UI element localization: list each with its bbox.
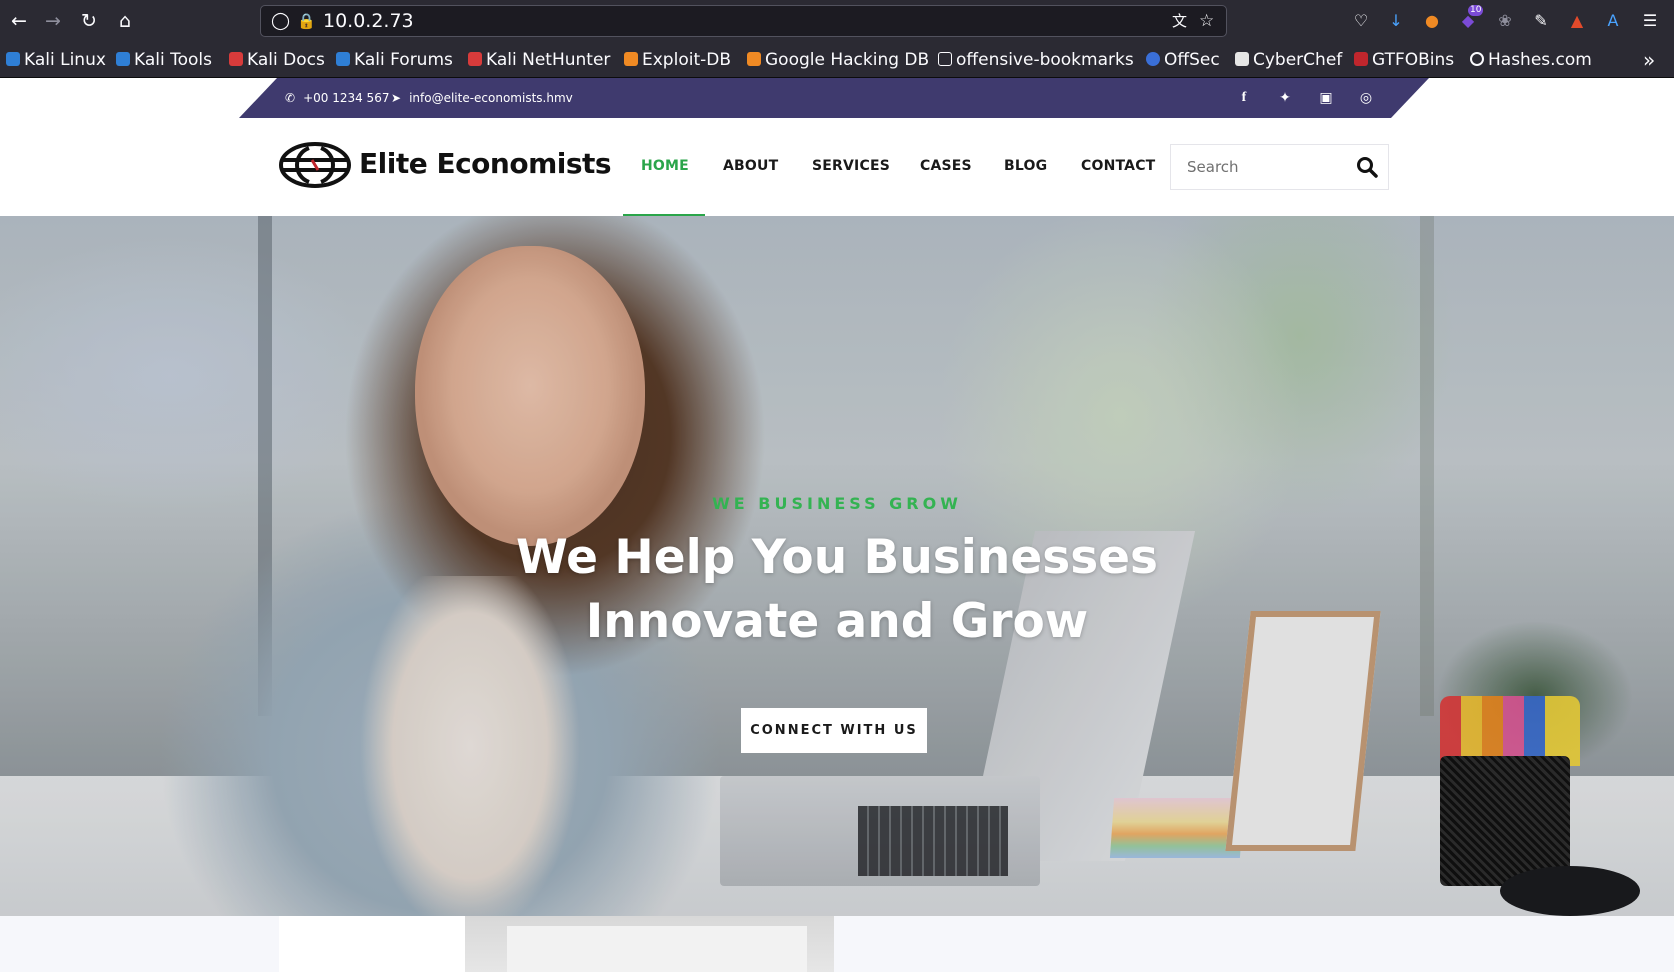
bookmark-star-icon[interactable]: ☆ [1199, 9, 1214, 33]
hero-title-line2: Innovate and Grow [585, 594, 1089, 649]
hero-title-line1: We Help You Businesses [515, 530, 1159, 585]
site-header: Elite Economists HOME ABOUT SERVICES CAS… [0, 118, 1674, 216]
nav-blog[interactable]: BLOG [1004, 156, 1047, 176]
hero-slider: WE BUSINESS GROW We Help You Businesses … [0, 216, 1674, 916]
kali-nethunter-icon [468, 52, 482, 66]
bookmark-folder-offensive-bookmarks[interactable]: offensive-bookmarks [938, 47, 1134, 73]
menu-icon[interactable]: ☰ [1638, 9, 1662, 33]
google-hacking-db-icon [747, 52, 761, 66]
home-icon[interactable]: ⌂ [112, 8, 138, 34]
reload-icon[interactable]: ↻ [76, 8, 102, 34]
kali-forums-icon [336, 52, 350, 66]
hero-kicker: WE BUSINESS GROW [712, 494, 962, 513]
nav-cases[interactable]: CASES [920, 156, 972, 176]
shield-icon[interactable]: ◯ [271, 9, 290, 33]
exploit-db-icon [624, 52, 638, 66]
search-input[interactable] [1171, 145, 1341, 189]
url-text[interactable]: 10.0.2.73 [323, 9, 414, 33]
hero-title: We Help You Businesses Innovate and Grow [437, 526, 1237, 654]
bookmark-cyberchef[interactable]: CyberChef [1235, 47, 1342, 73]
search-icon[interactable] [1356, 156, 1378, 178]
folder-icon [938, 52, 952, 66]
nav-about[interactable]: ABOUT [723, 156, 778, 176]
bookmark-kali-linux[interactable]: Kali Linux [6, 47, 106, 73]
extension-foxyproxy-icon[interactable]: ▲ [1565, 9, 1589, 33]
bookmark-google-hacking-db[interactable]: Google Hacking DB [747, 47, 929, 73]
twitter-icon[interactable]: ✦ [1275, 78, 1295, 118]
back-icon[interactable]: ← [6, 8, 32, 34]
nav-services[interactable]: SERVICES [812, 156, 890, 176]
bookmark-offsec[interactable]: OffSec [1146, 47, 1220, 73]
dribbble-icon[interactable]: ◎ [1356, 78, 1376, 118]
extension-badge-icon[interactable]: ◆ 10 [1456, 5, 1484, 33]
bookmark-gtfobins[interactable]: GTFOBins [1354, 47, 1454, 73]
bookmarks-bar: Kali Linux Kali Tools Kali Docs Kali For… [0, 42, 1674, 78]
translate-extension-icon[interactable]: A [1601, 9, 1625, 33]
offsec-icon [1146, 52, 1160, 66]
bookmarks-overflow-icon[interactable]: » [1643, 47, 1655, 73]
kali-tools-icon [116, 52, 130, 66]
instagram-icon[interactable]: ▣ [1316, 78, 1336, 118]
hashes-icon [1470, 52, 1484, 66]
pocket-icon[interactable]: ♡ [1349, 9, 1373, 33]
address-bar[interactable]: ◯ 🔒 10.0.2.73 文 ☆ [260, 5, 1227, 37]
extensions-icon[interactable]: ✎ [1529, 9, 1553, 33]
paper-plane-icon: ➤ [391, 91, 402, 105]
next-section [0, 916, 1674, 972]
translate-icon[interactable]: 文 [1172, 9, 1187, 33]
search-box [1170, 144, 1389, 190]
bookmark-hashes-com[interactable]: Hashes.com [1470, 47, 1592, 73]
bookmark-kali-forums[interactable]: Kali Forums [336, 47, 453, 73]
section-image [465, 916, 834, 972]
extension-puzzle-icon[interactable]: ❀ [1493, 9, 1517, 33]
bookmark-kali-docs[interactable]: Kali Docs [229, 47, 325, 73]
nav-home[interactable]: HOME [641, 156, 689, 176]
logo-text[interactable]: Elite Economists [359, 146, 612, 182]
bookmark-kali-tools[interactable]: Kali Tools [116, 47, 212, 73]
kali-linux-icon [6, 52, 20, 66]
phone-contact[interactable]: ✆ +00 1234 567 [285, 78, 389, 118]
email-contact[interactable]: ➤ info@elite-economists.hmv [391, 78, 573, 118]
forward-icon[interactable]: → [40, 8, 66, 34]
extension-badge-count: 10 [1468, 5, 1484, 16]
bookmark-exploit-db[interactable]: Exploit-DB [624, 47, 731, 73]
browser-toolbar: ← → ↻ ⌂ ◯ 🔒 10.0.2.73 文 ☆ ♡ ↓ ● ◆ 10 ❀ ✎… [0, 0, 1674, 42]
extension-fox-icon[interactable]: ● [1420, 9, 1444, 33]
nav-contact[interactable]: CONTACT [1081, 156, 1155, 176]
gtfobins-icon [1354, 52, 1368, 66]
logo-icon[interactable] [279, 142, 351, 188]
kali-docs-icon [229, 52, 243, 66]
connect-with-us-button[interactable]: CONNECT WITH US [741, 708, 927, 753]
website: ✆ +00 1234 567 ➤ info@elite-economists.hmv… [0, 78, 1674, 972]
phone-icon: ✆ [285, 91, 296, 105]
facebook-icon[interactable]: f [1234, 78, 1254, 118]
download-icon[interactable]: ↓ [1384, 9, 1408, 33]
cyberchef-icon [1235, 52, 1249, 66]
bookmark-kali-nethunter[interactable]: Kali NetHunter [468, 47, 610, 73]
top-info-bar: ✆ +00 1234 567 ➤ info@elite-economists.hmv… [239, 78, 1429, 118]
lock-icon[interactable]: 🔒 [297, 9, 316, 33]
